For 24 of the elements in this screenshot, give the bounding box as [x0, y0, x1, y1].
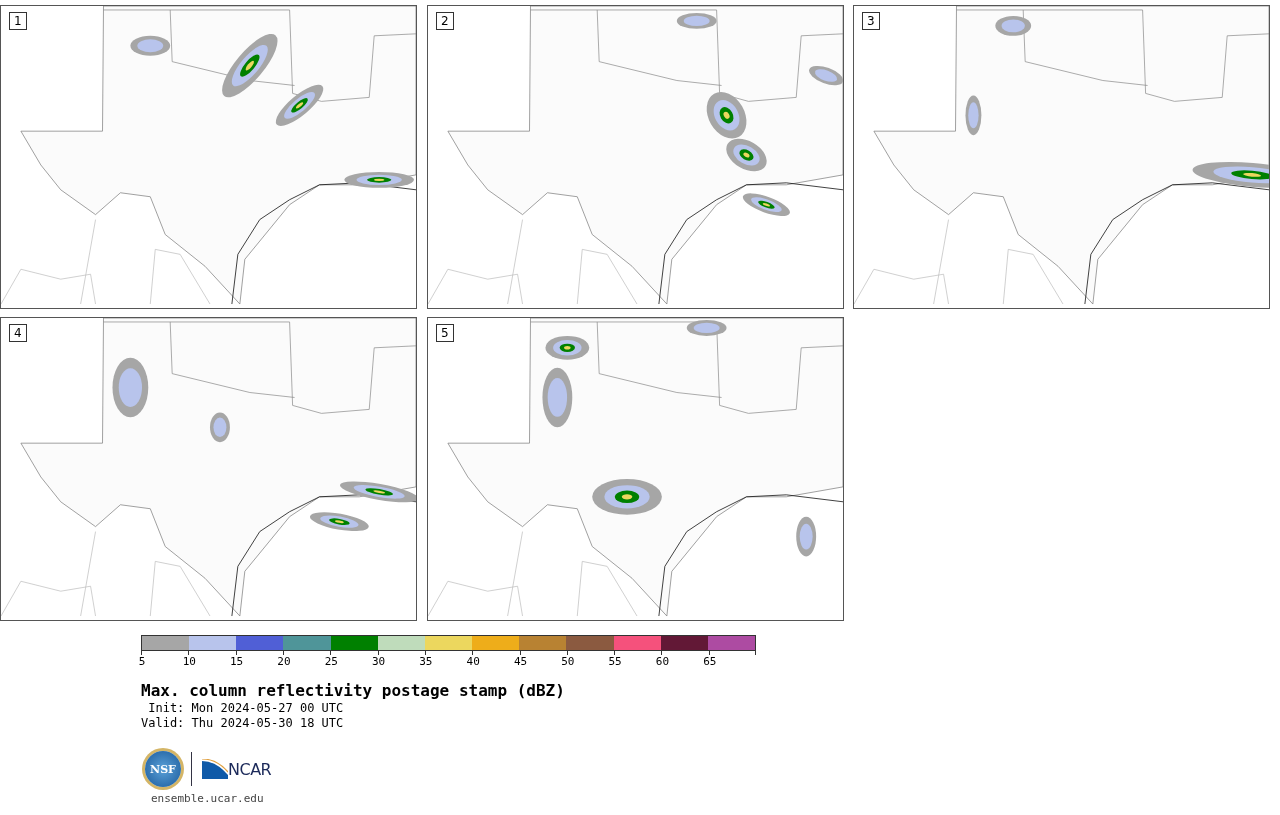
tick-label: 30	[371, 655, 386, 668]
tick-label: 35	[419, 655, 433, 668]
panel-number: 4	[9, 324, 27, 342]
tick-label: 45	[513, 655, 528, 668]
ncar-logo: NCAR	[202, 759, 272, 779]
tick-label: 15	[230, 655, 244, 668]
site-url: ensemble.ucar.edu	[151, 792, 265, 805]
tick-label: 40	[466, 655, 480, 668]
tick-label: 50	[561, 655, 575, 668]
tick-label: 65	[703, 655, 717, 668]
panel-number: 3	[862, 12, 880, 30]
tick-label: 5	[138, 655, 146, 668]
tick-label: 25	[324, 655, 338, 668]
valid-time: Valid: Thu 2024-05-30 18 UTC	[141, 716, 345, 731]
panel-number: 2	[436, 12, 454, 30]
tick-label: 55	[608, 655, 622, 668]
tick-label: 20	[277, 655, 291, 668]
panel-number: 5	[436, 324, 454, 342]
init-time: Init: Mon 2024-05-27 00 UTC	[147, 701, 345, 716]
tick-label: 10	[182, 655, 196, 668]
tick-label: 60	[655, 655, 670, 668]
panel-number: 1	[9, 12, 27, 30]
chart-title: Max. column reflectivity postage stamp (dBZ)	[141, 681, 566, 701]
nsf-logo: NSF	[145, 751, 181, 787]
